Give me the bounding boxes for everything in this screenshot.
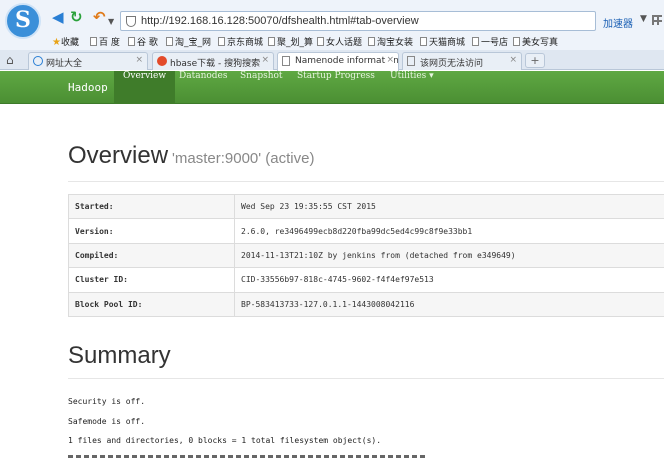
apps-grid-icon[interactable] <box>652 15 662 25</box>
summary-title: Summary <box>68 342 171 369</box>
accelerator-button[interactable]: 加速器 <box>603 15 633 30</box>
forward-arrow-icon[interactable]: ↻ <box>70 10 83 25</box>
tab-hbase-download[interactable]: hbase下载 - 搜狗搜索 × <box>152 52 274 70</box>
overview-header: Overview'master:9000' (active) <box>68 142 314 170</box>
table-row: Cluster ID: CID-33556b97-818c-4745-9602-… <box>68 267 664 293</box>
bookmarks-bar: ★收藏 百 度 谷 歌 淘_宝_网 京东商城 聚_划_算 女人话题 淘宝女装 天… <box>0 34 664 50</box>
hadoop-brand[interactable]: Hadoop <box>68 81 108 94</box>
bookmark-item[interactable]: 京东商城 <box>218 35 263 48</box>
browser-toolbar: ◀ ↻ ↶ ▼ http://192.168.16.128:50070/dfsh… <box>0 0 664 34</box>
globe-icon <box>33 56 43 66</box>
bookmark-item[interactable]: 百 度 <box>90 35 120 48</box>
nav-overview[interactable]: Overview <box>114 71 176 104</box>
sogou-icon <box>157 56 167 66</box>
divider <box>68 181 664 182</box>
accelerator-dropdown-icon[interactable]: ▼ <box>640 14 647 24</box>
row-key: Version: <box>68 218 235 244</box>
namenode-status: 'master:9000' (active) <box>172 150 315 167</box>
close-tab-icon[interactable]: × <box>386 55 394 65</box>
close-tab-icon[interactable]: × <box>509 55 517 65</box>
home-icon[interactable]: ⌂ <box>6 53 14 67</box>
nav-snapshot[interactable]: Snapshot <box>231 71 292 104</box>
security-status: Security is off. <box>68 397 146 406</box>
close-tab-icon[interactable]: × <box>261 55 269 65</box>
address-bar[interactable]: http://192.168.16.128:50070/dfshealth.ht… <box>120 11 596 31</box>
page-icon <box>513 37 520 46</box>
row-value: 2014-11-13T21:10Z by jenkins from (detac… <box>234 242 664 269</box>
bookmark-item[interactable]: 淘宝女装 <box>368 35 413 48</box>
bookmark-favorites[interactable]: ★收藏 <box>52 35 79 48</box>
page-icon <box>268 37 275 46</box>
row-value: CID-33556b97-818c-4745-9602-f4f4ef97e513 <box>234 267 664 293</box>
row-key: Block Pool ID: <box>68 291 235 317</box>
page-icon <box>368 37 375 46</box>
page-icon <box>218 37 225 46</box>
star-icon: ★ <box>52 37 61 48</box>
browser-logo[interactable]: S <box>5 3 41 39</box>
page-icon <box>282 56 290 66</box>
page-icon <box>407 56 415 66</box>
row-key: Compiled: <box>68 242 235 269</box>
table-row: Compiled: 2014-11-13T21:10Z by jenkins f… <box>68 242 664 269</box>
bookmark-item[interactable]: 女人话题 <box>317 35 362 48</box>
overview-title: Overview <box>68 142 169 169</box>
undo-dropdown-icon[interactable]: ▼ <box>108 14 114 29</box>
page-icon <box>472 37 479 46</box>
page-icon <box>420 37 427 46</box>
row-value: 2.6.0, re3496499ecb8d220fba99dc5ed4c99c8… <box>234 218 664 244</box>
overview-table: Started: Wed Sep 23 19:35:55 CST 2015 Ve… <box>68 193 664 317</box>
bookmark-item[interactable]: 美女写真 <box>513 35 558 48</box>
bookmark-item[interactable]: 天猫商城 <box>420 35 465 48</box>
back-arrow-icon[interactable]: ◀ <box>52 10 64 25</box>
close-tab-icon[interactable]: × <box>135 55 143 65</box>
table-row: Started: Wed Sep 23 19:35:55 CST 2015 <box>68 193 664 220</box>
table-row: Version: 2.6.0, re3496499ecb8d220fba99dc… <box>68 218 664 244</box>
address-url[interactable]: http://192.168.16.128:50070/dfshealth.ht… <box>141 15 419 27</box>
page-icon <box>166 37 173 46</box>
row-value: Wed Sep 23 19:35:55 CST 2015 <box>234 193 664 220</box>
safemode-status: Safemode is off. <box>68 417 146 426</box>
row-key: Started: <box>68 193 235 220</box>
tab-page-unreachable[interactable]: 该网页无法访问 × <box>402 52 522 70</box>
nav-startup-progress[interactable]: Startup Progress <box>288 71 384 104</box>
divider <box>68 378 664 379</box>
page-icon <box>317 37 324 46</box>
undo-icon[interactable]: ↶ <box>93 10 106 25</box>
bookmark-item[interactable]: 一号店 <box>472 35 508 48</box>
tab-site-directory[interactable]: 网址大全 × <box>28 52 148 70</box>
row-key: Cluster ID: <box>68 267 235 293</box>
tab-namenode-information[interactable]: Namenode information × <box>277 52 399 71</box>
filesystem-objects: 1 files and directories, 0 blocks = 1 to… <box>68 436 382 445</box>
page-icon <box>90 37 97 46</box>
new-tab-button[interactable]: + <box>525 53 545 68</box>
bookmark-item[interactable]: 谷 歌 <box>128 35 158 48</box>
bookmark-item[interactable]: 淘_宝_网 <box>166 35 211 48</box>
nav-utilities-dropdown[interactable]: Utilities ▾ <box>381 71 443 104</box>
row-value: BP-583413733-127.0.1.1-1443008042116 <box>234 291 664 317</box>
bookmark-item[interactable]: 聚_划_算 <box>268 35 313 48</box>
hadoop-navbar: Hadoop Overview Datanodes Snapshot Start… <box>0 71 664 104</box>
page-icon <box>128 37 135 46</box>
nav-datanodes[interactable]: Datanodes <box>170 71 237 104</box>
security-shield-icon <box>126 16 136 27</box>
tab-strip: ⌂ 网址大全 × hbase下载 - 搜狗搜索 × Namenode infor… <box>0 50 664 71</box>
table-row: Block Pool ID: BP-583413733-127.0.1.1-14… <box>68 291 664 317</box>
